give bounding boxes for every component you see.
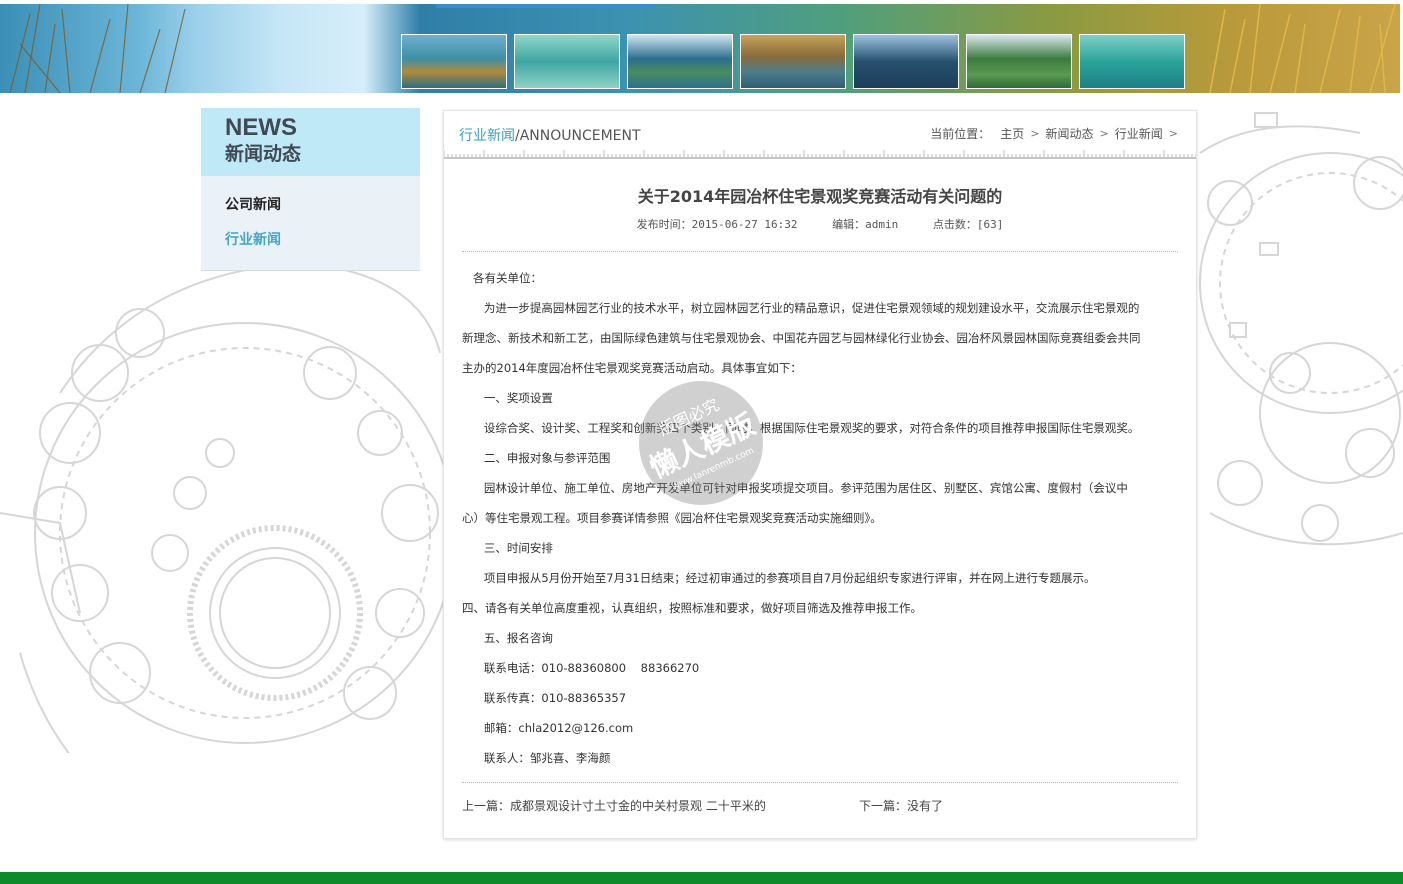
article-panel: 行业新闻/ANNOUNCEMENT 当前位置： 主页 > 新闻动态 > 行业新闻… [443,110,1197,839]
banner-thumbnails [401,34,1185,89]
article-paragraph: 联系传真：010-88365357 [462,691,627,705]
banner-reeds-right [1209,4,1396,93]
prev-article-link[interactable]: 上一篇：成都景观设计寸土寸金的中关村景观 二十平米的 [462,799,766,813]
article-paragraph: 联系人：邹兆喜、李海颜 [462,751,611,765]
article-body: 各有关单位： 为进一步提高园林园艺行业的技术水平，树立园林园艺行业的精品意识，促… [462,263,1178,773]
footer-bar [0,872,1403,884]
sidebar-menu: 公司新闻 行业新闻 [201,176,420,271]
article-meta: 发布时间：2015-06-27 16:32 编辑：admin 点击数：[63] [444,216,1196,232]
article-paragraph: 联系电话：010-88360800 88366270 [462,661,700,675]
article-paragraph: 为进一步提高园林园艺行业的技术水平，树立园林园艺行业的精品意识，促进住宅景观领域… [462,301,1140,315]
article-paragraph: 各有关单位： [462,271,542,285]
article-paragraph: 项目申报从5月份开始至7月31日结束；经过初审通过的参赛项目自7月份起组织专家进… [462,571,1096,585]
sidebar-header: NEWS 新闻动态 [201,108,420,176]
sidebar-title-cn: 新闻动态 [225,143,302,165]
article-paragraph: 四、请各有关单位高度重视，认真组织，按照标准和要求，做好项目筛选及推荐申报工作。 [462,601,922,615]
chevron-right-icon: > [1099,127,1109,140]
article-paragraph: 心）等住宅景观工程。项目参赛详情参照《园冶杯住宅景观奖竞赛活动实施细则》。 [462,511,882,525]
banner-thumbnail[interactable] [1079,34,1185,89]
breadcrumb: 当前位置： 主页 > 新闻动态 > 行业新闻 > [930,125,1184,142]
article-editor: 编辑：admin [832,218,899,231]
article-title: 关于2014年园冶杯住宅景观奖竞赛活动有关问题的 [637,187,1003,206]
section-title-cn[interactable]: 行业新闻 [459,128,515,144]
click-count: 点击数：[63] [932,218,1004,231]
banner-reeds-left [9,4,186,93]
banner-thumbnail[interactable] [853,34,959,89]
sidebar-item-company-news[interactable]: 公司新闻 [201,188,420,223]
divider [462,782,1178,783]
chevron-right-icon: > [1030,127,1040,140]
banner-thumbnail[interactable] [514,34,620,89]
article-paragraph: 新理念、新技术和新工艺，由国际绿色建筑与住宅景观协会、中国花卉园艺与园林绿化行业… [462,331,1141,345]
article-pager: 上一篇：成都景观设计寸土寸金的中关村景观 二十平米的 下一篇：没有了 [462,797,1178,814]
article-paragraph: 园林设计单位、施工单位、房地产开发单位可针对申报奖项提交项目。参评范围为居住区、… [462,481,1128,495]
breadcrumb-industry-link[interactable]: 行业新闻 [1115,125,1163,142]
banner-thumbnail[interactable] [627,34,733,89]
banner-thumbnail[interactable] [740,34,846,89]
section-title: 行业新闻/ANNOUNCEMENT [459,125,641,145]
article-paragraph: 邮箱：chla2012@126.com [462,721,634,735]
article-paragraph: 三、时间安排 [462,541,553,555]
sidebar: NEWS 新闻动态 公司新闻 行业新闻 [201,108,420,271]
banner-top-strip [436,4,656,8]
breadcrumb-home-link[interactable]: 主页 [1000,125,1024,142]
banner-thumbnail[interactable] [966,34,1072,89]
sidebar-item-industry-news[interactable]: 行业新闻 [201,223,420,258]
article-paragraph: 五、报名咨询 [462,631,553,645]
chevron-right-icon: > [1168,127,1178,140]
panel-header: 行业新闻/ANNOUNCEMENT 当前位置： 主页 > 新闻动态 > 行业新闻… [444,111,1196,159]
article-paragraph: 设综合奖、设计奖、工程奖和创新奖四个类别。同时，根据国际住宅景观奖的要求，对符合… [462,421,1140,435]
breadcrumb-news-link[interactable]: 新闻动态 [1046,125,1094,142]
ruler-divider [444,150,1196,157]
header-banner [0,4,1400,93]
breadcrumb-label: 当前位置： [930,127,991,141]
publish-time: 发布时间：2015-06-27 16:32 [636,218,798,231]
section-title-en: /ANNOUNCEMENT [515,128,641,144]
divider [462,251,1178,252]
banner-thumbnail[interactable] [401,34,507,89]
article-paragraph: 一、奖项设置 [462,391,553,405]
sidebar-title-en: NEWS [225,114,297,141]
next-article-link[interactable]: 下一篇：没有了 [859,797,943,814]
article-paragraph: 二、申报对象与参评范围 [462,451,611,465]
article-paragraph: 主办的2014年度园冶杯住宅景观奖竞赛活动启动。具体事宜如下： [462,361,802,375]
